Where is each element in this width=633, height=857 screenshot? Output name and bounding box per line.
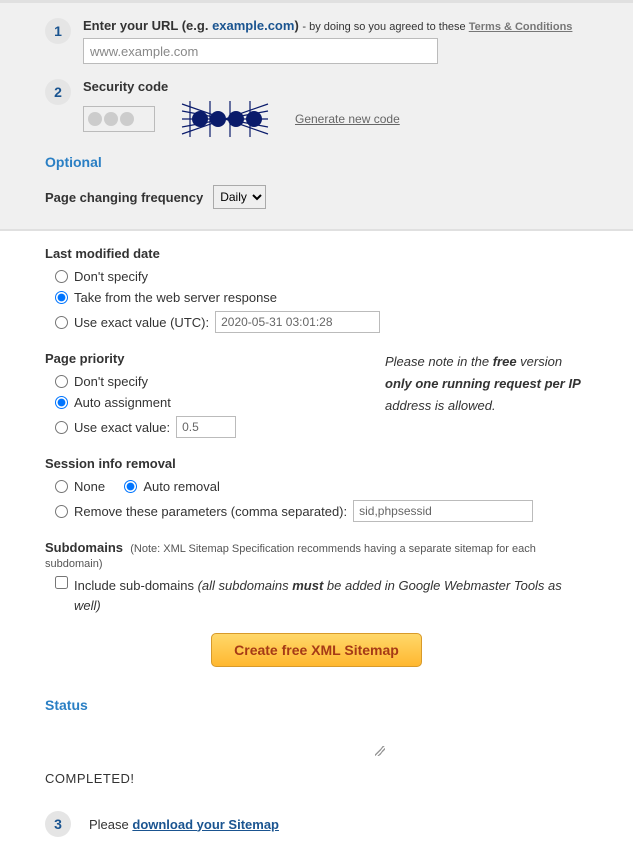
step-number-1: 1 — [45, 18, 71, 44]
pp-radio-exact[interactable] — [55, 421, 68, 434]
step-number-2: 2 — [45, 79, 71, 105]
resize-handle-icon — [45, 738, 385, 756]
last-modified-label: Last modified date — [45, 246, 588, 261]
generate-code-link[interactable]: Generate new code — [295, 112, 400, 126]
completed-text: COMPLETED! — [45, 771, 588, 786]
pp-opt3: Use exact value: — [74, 420, 170, 435]
include-subdomains-checkbox[interactable] — [55, 576, 68, 589]
pp-radio-auto[interactable] — [55, 396, 68, 409]
optional-heading: Optional — [45, 154, 588, 170]
options-section: Last modified date Don't specify Take fr… — [0, 231, 633, 687]
lm-opt3: Use exact value (UTC): — [74, 315, 209, 330]
create-sitemap-button[interactable]: Create free XML Sitemap — [211, 633, 422, 667]
frequency-label: Page changing frequency — [45, 190, 203, 205]
ss-radio-params[interactable] — [55, 505, 68, 518]
url-input[interactable] — [83, 38, 438, 64]
captcha-input[interactable] — [83, 106, 155, 132]
last-modified-group: Last modified date Don't specify Take fr… — [45, 246, 588, 333]
frequency-row: Page changing frequency Daily — [45, 185, 588, 209]
pp-exact-input[interactable] — [176, 416, 236, 438]
subdomains-label: Subdomains (Note: XML Sitemap Specificat… — [45, 540, 588, 570]
captcha-image — [180, 99, 270, 139]
ss-opt2: Auto removal — [143, 479, 220, 494]
lm-opt2: Take from the web server response — [74, 290, 277, 305]
version-note: Please note in the free version only one… — [385, 351, 588, 456]
lm-radio-server[interactable] — [55, 291, 68, 304]
example-link[interactable]: example.com — [212, 18, 294, 33]
ss-radio-none[interactable] — [55, 480, 68, 493]
url-label: Enter your URL (e.g. example.com) - by d… — [83, 18, 588, 33]
please-text: Please — [89, 817, 132, 832]
ss-params-input[interactable] — [353, 500, 533, 522]
security-label: Security code — [83, 79, 588, 94]
status-heading: Status — [45, 697, 588, 713]
step-1: 1 Enter your URL (e.g. example.com) - by… — [45, 18, 588, 64]
session-label: Session info removal — [45, 456, 588, 471]
pp-opt2: Auto assignment — [74, 395, 171, 410]
priority-group: Page priority Don't specify Auto assignm… — [45, 351, 355, 438]
lm-radio-none[interactable] — [55, 270, 68, 283]
lm-radio-exact[interactable] — [55, 316, 68, 329]
ss-opt3: Remove these parameters (comma separated… — [74, 504, 347, 519]
lm-opt1: Don't specify — [74, 269, 148, 284]
pp-opt1: Don't specify — [74, 374, 148, 389]
step-3: 3 Please download your Sitemap — [45, 811, 588, 837]
priority-label: Page priority — [45, 351, 355, 366]
include-subdomains-label: Include sub-domains (all subdomains must… — [74, 576, 588, 615]
lm-exact-input[interactable] — [215, 311, 380, 333]
step-2: 2 Security code — [45, 79, 588, 139]
frequency-select[interactable]: Daily — [213, 185, 266, 209]
status-section: Status COMPLETED! 3 Please download your… — [0, 687, 633, 857]
ss-opt1: None — [74, 479, 105, 494]
terms-link[interactable]: Terms & Conditions — [469, 21, 573, 33]
main-form-section: 1 Enter your URL (e.g. example.com) - by… — [0, 3, 633, 231]
pp-radio-none[interactable] — [55, 375, 68, 388]
step-number-3: 3 — [45, 811, 71, 837]
session-group: Session info removal None Auto removal R… — [45, 456, 588, 522]
download-sitemap-link[interactable]: download your Sitemap — [132, 817, 279, 832]
subdomains-group: Subdomains (Note: XML Sitemap Specificat… — [45, 540, 588, 615]
ss-radio-auto[interactable] — [124, 480, 137, 493]
